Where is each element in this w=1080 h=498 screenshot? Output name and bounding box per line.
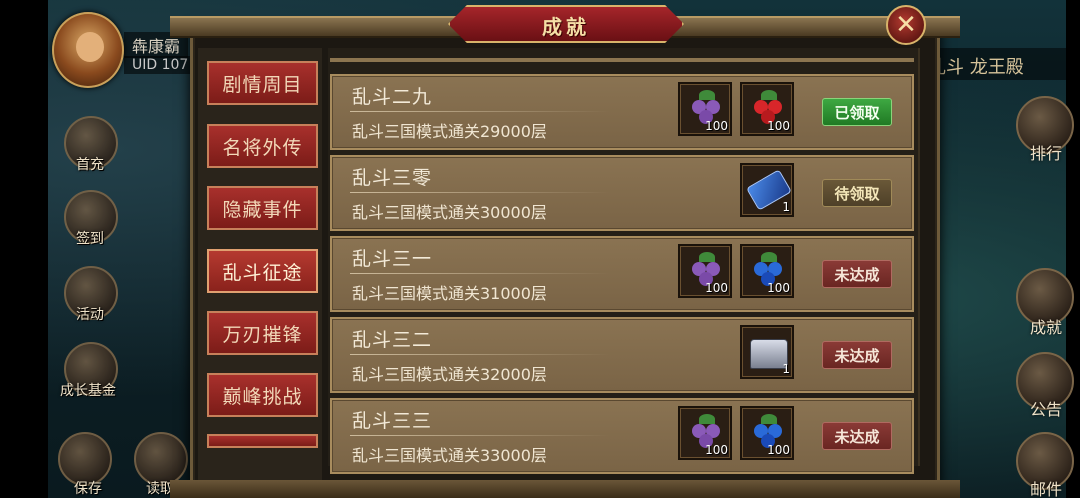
player-avatar[interactable] bbox=[52, 12, 124, 88]
reward-item[interactable]: 100 bbox=[678, 244, 732, 298]
reward-count: 100 bbox=[767, 443, 790, 457]
row-divider bbox=[350, 111, 610, 112]
status-button-pending[interactable]: 待领取 bbox=[822, 179, 892, 207]
dialog-bottom-frame bbox=[170, 480, 960, 498]
achievement-desc: 乱斗三国模式通关33000层 bbox=[352, 446, 547, 465]
reward-item[interactable]: 1 bbox=[740, 325, 794, 379]
reward-item[interactable]: 100 bbox=[740, 244, 794, 298]
tab-story-cycle[interactable]: 剧情周目 bbox=[207, 61, 318, 105]
reward-count: 100 bbox=[705, 281, 728, 295]
right-label-mail: 邮件 bbox=[1029, 480, 1062, 498]
close-icon: ✕ bbox=[895, 10, 917, 40]
reward-item[interactable]: 100 bbox=[678, 82, 732, 136]
achievement-row: 乱斗三三 乱斗三国模式通关33000层 100 100 未达成 bbox=[330, 398, 914, 474]
status-button-unmet[interactable]: 未达成 bbox=[822, 341, 892, 369]
tab-famous-generals[interactable]: 名将外传 bbox=[207, 124, 318, 168]
side-label-save: 保存 bbox=[74, 481, 102, 497]
achievement-title: 乱斗三三 bbox=[352, 410, 433, 432]
side-label-growth-fund: 成长基金 bbox=[60, 383, 116, 399]
row-divider bbox=[350, 273, 610, 274]
achievement-row: 乱斗三二 乱斗三国模式通关32000层 1 未达成 bbox=[330, 317, 914, 393]
reward-count: 1 bbox=[782, 200, 790, 214]
right-label-ranking: 排行 bbox=[1029, 144, 1062, 163]
reward-count: 100 bbox=[705, 443, 728, 457]
reward-item[interactable]: 100 bbox=[740, 82, 794, 136]
side-label-first-recharge: 首充 bbox=[76, 157, 104, 173]
reward-count: 100 bbox=[705, 119, 728, 133]
scrollbar-track[interactable] bbox=[918, 48, 920, 466]
row-divider bbox=[350, 354, 610, 355]
reward-item[interactable]: 100 bbox=[740, 406, 794, 460]
achievement-desc: 乱斗三国模式通关31000层 bbox=[352, 284, 547, 303]
tab-blade-assault[interactable]: 万刃摧锋 bbox=[207, 311, 318, 355]
reward-item[interactable]: 1 bbox=[740, 163, 794, 217]
reward-item[interactable]: 100 bbox=[678, 406, 732, 460]
status-button-unmet[interactable]: 未达成 bbox=[822, 422, 892, 450]
side-label-checkin: 签到 bbox=[76, 231, 104, 247]
row-divider bbox=[350, 192, 610, 193]
tab-melee-journey[interactable]: 乱斗征途 bbox=[207, 249, 318, 293]
achievement-desc: 乱斗三国模式通关29000层 bbox=[352, 122, 547, 141]
achievement-row: 乱斗二九 乱斗三国模式通关29000层 100 100 已领取 bbox=[330, 74, 914, 150]
achievement-title: 乱斗二九 bbox=[352, 86, 433, 108]
status-button-claimed[interactable]: 已领取 bbox=[822, 98, 892, 126]
achievement-row: 乱斗三零 乱斗三国模式通关30000层 1 待领取 bbox=[330, 155, 914, 231]
tab-partial[interactable] bbox=[207, 434, 318, 448]
screen-edge-left bbox=[0, 0, 48, 498]
stage-title: 乱斗 龙王殿 bbox=[918, 48, 1068, 80]
achievement-title: 乱斗三一 bbox=[352, 248, 433, 270]
achievement-title: 乱斗三零 bbox=[352, 167, 433, 189]
achievement-title: 乱斗三二 bbox=[352, 329, 433, 351]
reward-count: 100 bbox=[767, 119, 790, 133]
reward-count: 100 bbox=[767, 281, 790, 295]
side-label-activity: 活动 bbox=[76, 307, 104, 323]
close-button[interactable]: ✕ bbox=[886, 5, 926, 45]
player-uid: UID 107 bbox=[124, 56, 197, 74]
achievement-desc: 乱斗三国模式通关30000层 bbox=[352, 203, 547, 222]
right-label-notice: 公告 bbox=[1029, 400, 1062, 419]
right-label-achievement: 成就 bbox=[1029, 318, 1062, 337]
dialog-title: 成就 bbox=[542, 15, 590, 39]
tab-peak-challenge[interactable]: 巅峰挑战 bbox=[207, 373, 318, 417]
achievement-desc: 乱斗三国模式通关32000层 bbox=[352, 365, 547, 384]
achievement-row: 乱斗三一 乱斗三国模式通关31000层 100 100 未达成 bbox=[330, 236, 914, 312]
tab-hidden-events[interactable]: 隐藏事件 bbox=[207, 186, 318, 230]
screen-edge-right bbox=[1066, 0, 1080, 498]
reward-count: 1 bbox=[782, 362, 790, 376]
status-button-unmet[interactable]: 未达成 bbox=[822, 260, 892, 288]
list-divider bbox=[330, 58, 914, 62]
row-divider bbox=[350, 435, 610, 436]
